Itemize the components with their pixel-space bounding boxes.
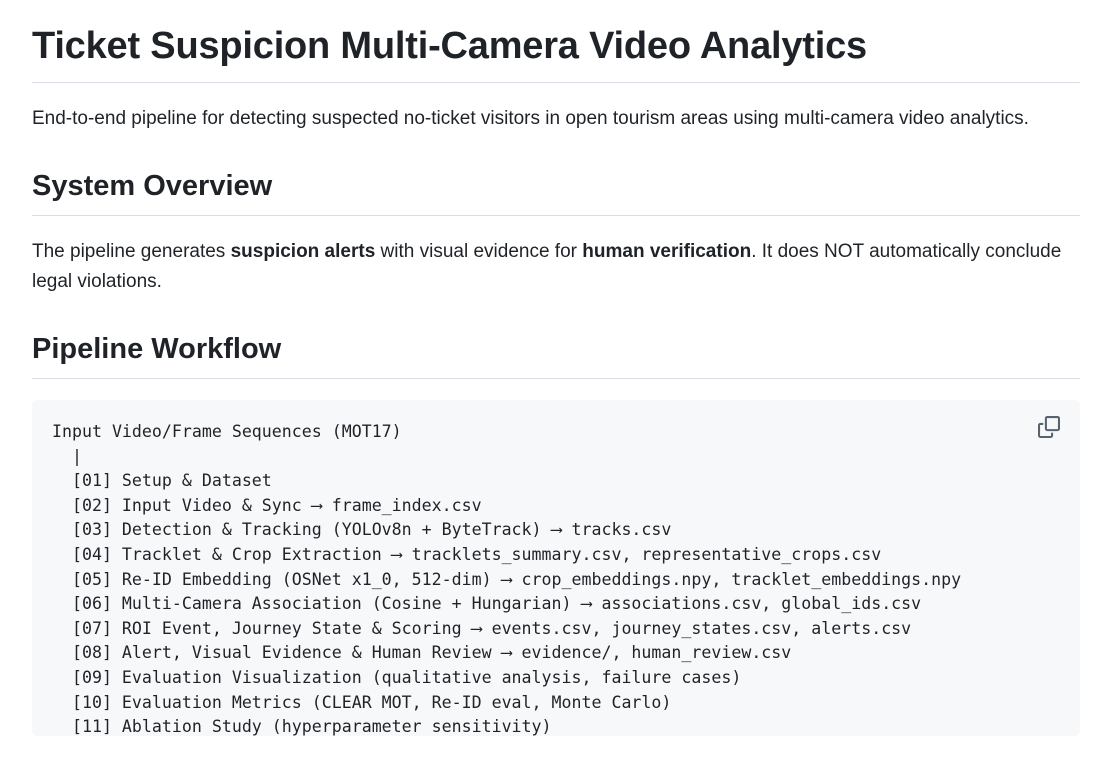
overview-paragraph: The pipeline generates suspicion alerts … [32, 237, 1080, 297]
section-heading-pipeline-workflow: Pipeline Workflow [32, 329, 1080, 379]
code-line: [07] ROI Event, Journey State & Scoring … [52, 618, 912, 638]
code-line: [01] Setup & Dataset [52, 471, 272, 491]
copy-icon [1038, 416, 1060, 438]
overview-bold-suspicion-alerts: suspicion alerts [230, 241, 376, 262]
copy-button[interactable] [1038, 416, 1062, 440]
code-line: [11] Ablation Study (hyperparameter sens… [52, 717, 552, 736]
code-line: [02] Input Video & Sync ⟶ frame_index.cs… [52, 495, 482, 515]
code-line: | [52, 446, 82, 466]
section-heading-system-overview: System Overview [32, 166, 1080, 216]
code-line: [04] Tracklet & Crop Extraction ⟶ trackl… [52, 544, 882, 564]
intro-paragraph: End-to-end pipeline for detecting suspec… [32, 108, 1029, 129]
overview-text-2: with visual evidence for [375, 241, 583, 262]
code-block: Input Video/Frame Sequences (MOT17) | [0… [32, 400, 1080, 736]
page-title: Ticket Suspicion Multi-Camera Video Anal… [32, 0, 1080, 83]
overview-bold-human-verification: human verification [582, 241, 752, 262]
overview-text-1: The pipeline generates [32, 241, 231, 262]
code-line: Input Video/Frame Sequences (MOT17) [52, 422, 402, 441]
code-line: [10] Evaluation Metrics (CLEAR MOT, Re-I… [52, 692, 672, 712]
code-line: [05] Re-ID Embedding (OSNet x1_0, 512-di… [52, 569, 962, 589]
readme-content: Ticket Suspicion Multi-Camera Video Anal… [32, 0, 1080, 736]
code-line: [06] Multi-Camera Association (Cosine + … [52, 594, 922, 614]
code-line: [08] Alert, Visual Evidence & Human Revi… [52, 643, 792, 663]
code-line: [03] Detection & Tracking (YOLOv8n + Byt… [52, 520, 672, 540]
code-content[interactable]: Input Video/Frame Sequences (MOT17) | [0… [52, 420, 1028, 736]
code-line: [09] Evaluation Visualization (qualitati… [52, 667, 742, 687]
